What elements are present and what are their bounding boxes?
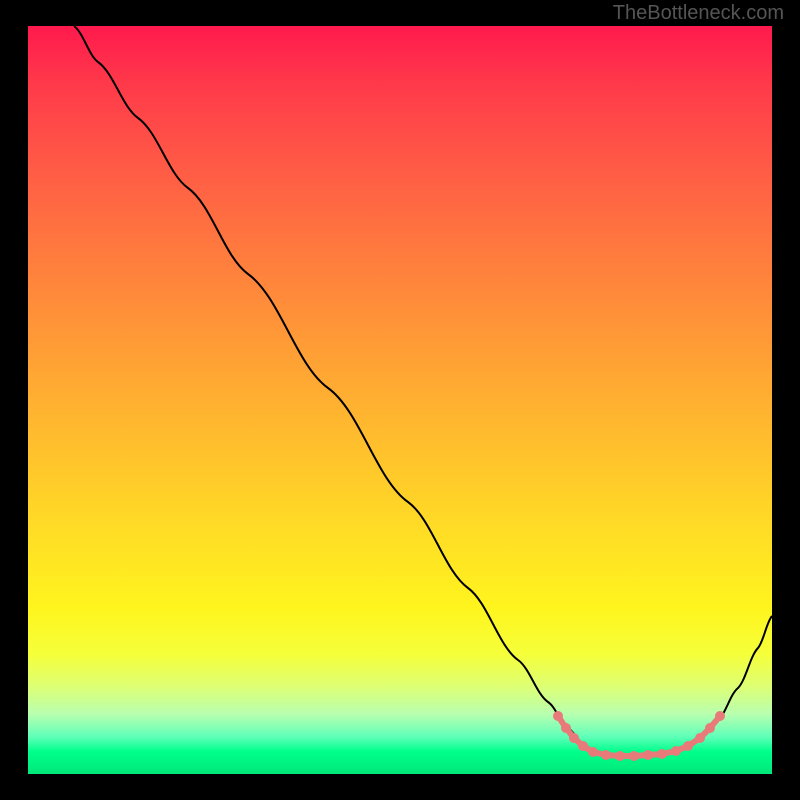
data-marker [683, 741, 693, 751]
data-marker [643, 750, 653, 760]
data-marker [553, 711, 563, 721]
data-marker [578, 741, 588, 751]
data-marker [569, 733, 579, 743]
data-marker [695, 733, 705, 743]
data-marker [588, 747, 598, 757]
data-marker [715, 711, 725, 721]
data-marker [657, 749, 667, 759]
plot-area [28, 26, 772, 774]
chart-svg [28, 26, 772, 774]
data-marker [671, 746, 681, 756]
data-marker [601, 750, 611, 760]
data-marker [615, 751, 625, 761]
data-marker [561, 723, 571, 733]
bottleneck-curve [74, 26, 772, 756]
marker-group [553, 711, 725, 761]
data-marker [705, 723, 715, 733]
data-marker [629, 751, 639, 761]
watermark-text: TheBottleneck.com [613, 2, 784, 25]
